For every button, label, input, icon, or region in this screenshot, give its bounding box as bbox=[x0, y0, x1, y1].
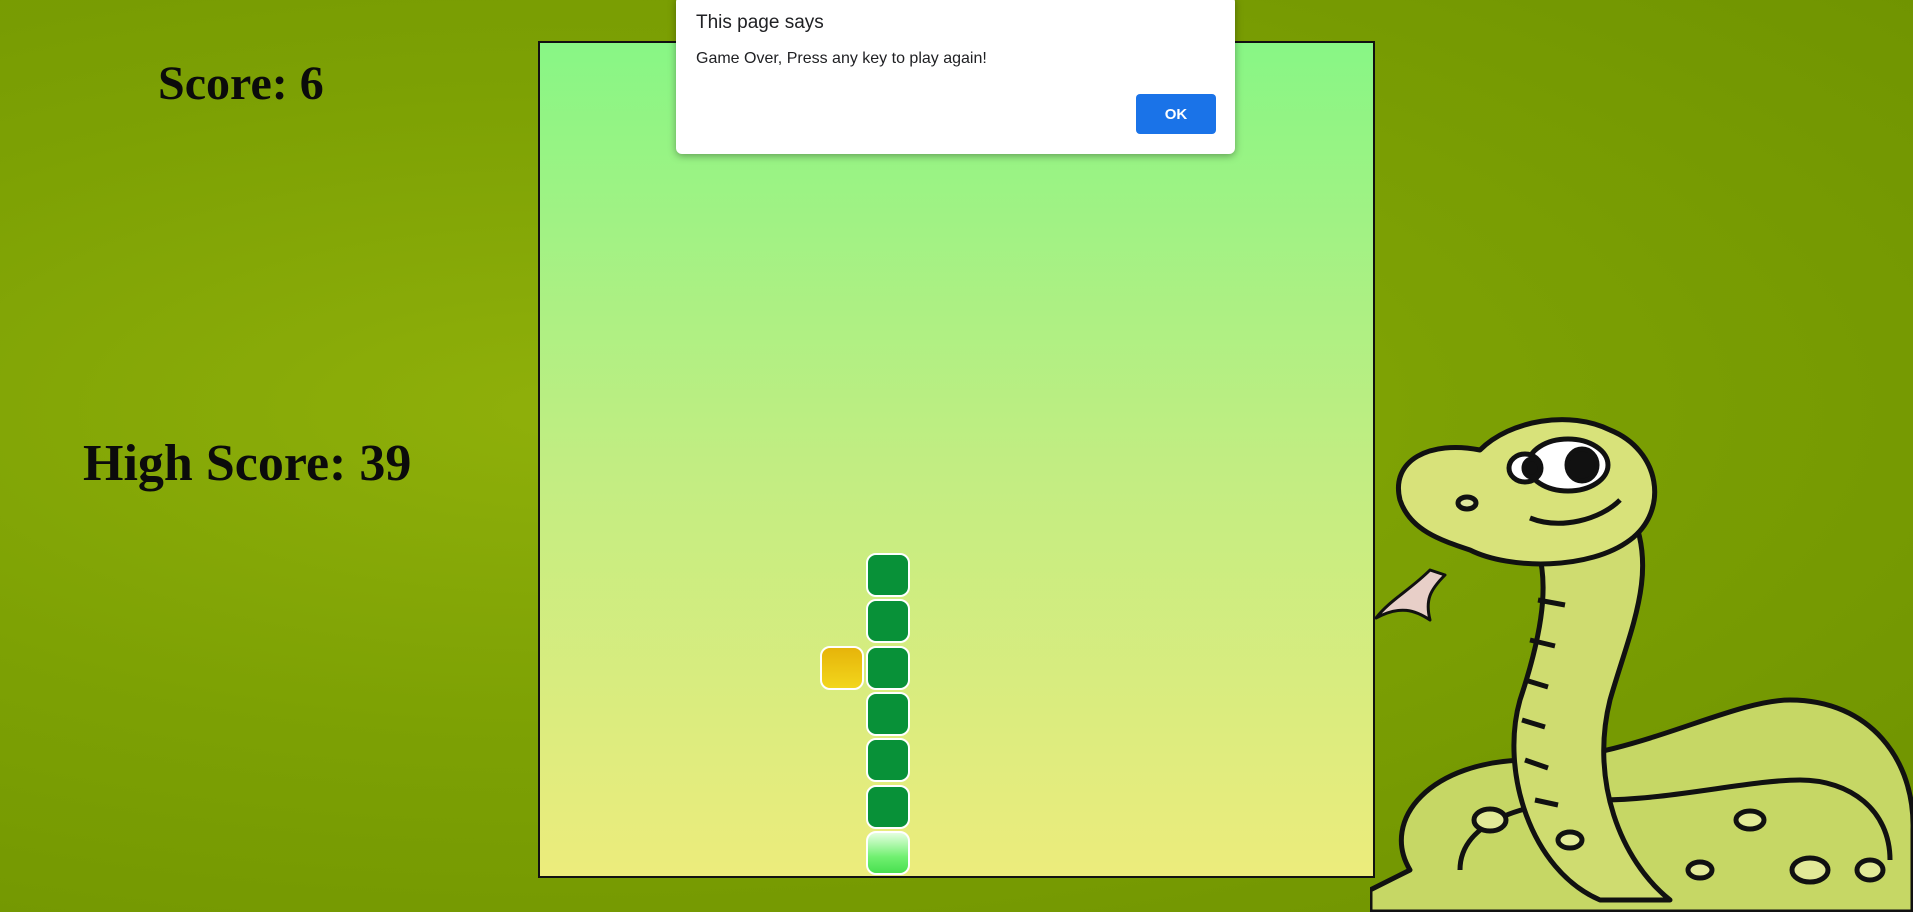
snake-body-segment bbox=[866, 784, 911, 829]
dialog-message: Game Over, Press any key to play again! bbox=[696, 50, 987, 67]
game-board[interactable] bbox=[538, 41, 1375, 878]
snake-head bbox=[1396, 417, 1658, 567]
score-label: Score: 6 bbox=[158, 57, 324, 110]
snake-body-segment bbox=[866, 692, 911, 737]
snake-head-segment bbox=[866, 830, 911, 875]
alert-dialog: This page says Game Over, Press any key … bbox=[676, 0, 1235, 154]
snake-body-segment bbox=[866, 645, 911, 690]
snake-tongue bbox=[1374, 568, 1447, 622]
snake-body-segment bbox=[866, 738, 911, 783]
dialog-title: This page says bbox=[696, 12, 824, 33]
snake-body-segment bbox=[866, 553, 911, 598]
ok-button[interactable]: OK bbox=[1136, 94, 1216, 134]
snake-mascot-image bbox=[1370, 417, 1913, 912]
snake-body-segment bbox=[866, 599, 911, 644]
food-item bbox=[819, 645, 864, 690]
high-score-label: High Score: 39 bbox=[83, 435, 412, 492]
